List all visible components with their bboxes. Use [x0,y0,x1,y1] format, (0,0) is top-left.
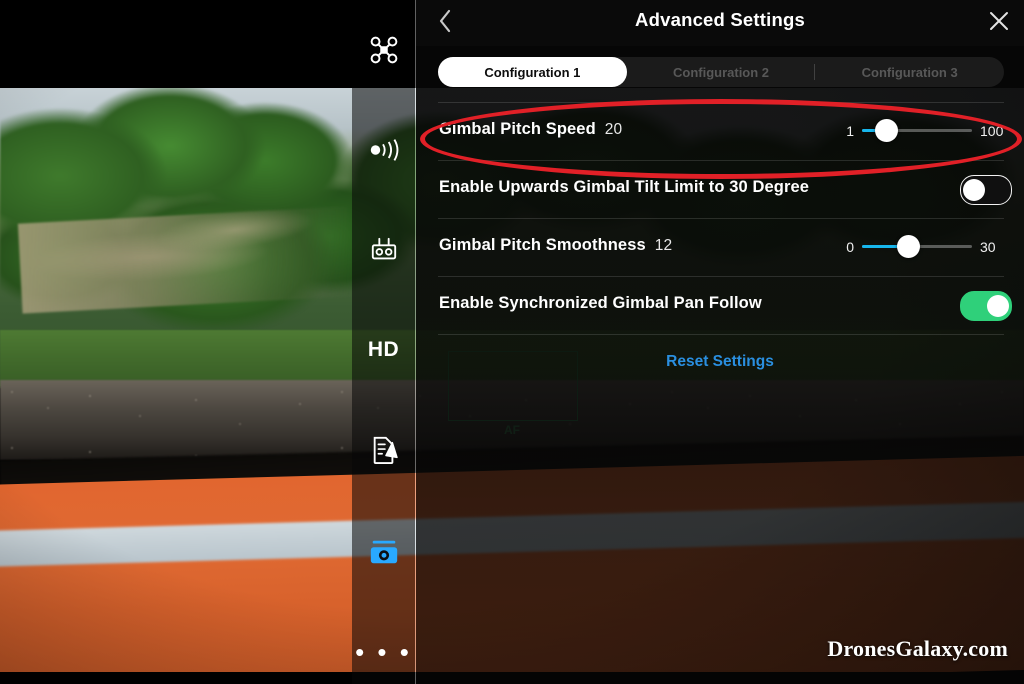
setting-row-gimbal-pitch-smoothness: Gimbal Pitch Smoothness 12 0 30 [416,218,1024,276]
row-separator [438,334,1004,335]
slider-max-label: 100 [980,123,1004,139]
rail-item-aircraft[interactable] [352,22,415,78]
gimbal-pitch-smoothness-slider[interactable]: 0 30 [828,231,1014,263]
slider-knob[interactable] [874,118,898,142]
upwards-tilt-limit-toggle[interactable] [960,175,1012,205]
rail-item-sensing[interactable] [352,122,415,178]
toggle-knob [963,179,985,201]
rail-item-camera[interactable] [352,524,415,580]
watermark: DronesGalaxy.com [827,636,1008,661]
setting-row-bottom-separator [416,334,1024,335]
tab-configuration-3[interactable]: Configuration 3 [814,57,1004,87]
tab-configuration-1[interactable]: Configuration 1 [438,57,627,87]
reset-settings-button[interactable]: Reset Settings [416,353,1024,371]
toggle-knob [987,295,1009,317]
setting-row-synchronized-pan-follow: Enable Synchronized Gimbal Pan Follow [416,276,1024,334]
tab-label: Configuration 3 [861,64,958,80]
setting-label: Gimbal Pitch Smoothness 12 [439,236,672,255]
camera-icon [368,536,400,568]
tab-divider [814,64,816,80]
setting-value: 12 [654,237,673,254]
slider-track[interactable] [862,234,972,258]
rail-item-remote-controller[interactable] [352,222,415,278]
slider-knob[interactable] [896,234,920,258]
flight-assistant-icon [370,435,398,465]
setting-label-text: Gimbal Pitch Smoothness [439,236,646,254]
hd-quality-icon: HD [367,338,400,361]
setting-label-text: Enable Upwards Gimbal Tilt Limit to 30 D… [439,178,810,196]
close-icon [988,10,1010,37]
setting-row-upwards-tilt-limit: Enable Upwards Gimbal Tilt Limit to 30 D… [416,160,1024,218]
advanced-settings-panel: Advanced Settings Configuration 1 Config… [416,0,1024,684]
slider-max-label: 30 [980,239,996,255]
row-separator [438,276,1004,277]
setting-label: Gimbal Pitch Speed 20 [439,120,622,139]
rail-item-hd[interactable]: HD [352,322,415,378]
setting-value: 20 [604,121,623,138]
row-separator [438,218,1004,219]
page-title: Advanced Settings [635,9,805,30]
setting-label: Enable Synchronized Gimbal Pan Follow [439,294,762,313]
configuration-tabs: Configuration 1 Configuration 2 Configur… [438,57,1004,87]
tab-label: Configuration 2 [672,64,770,80]
close-button[interactable] [982,6,1016,40]
setting-label-text: Enable Synchronized Gimbal Pan Follow [439,294,762,312]
rail-item-more[interactable]: • • • [352,624,415,680]
setting-row-gimbal-pitch-speed: Gimbal Pitch Speed 20 1 100 [416,102,1024,160]
row-separator [438,102,1004,103]
slider-min-label: 0 [846,239,854,255]
more-options-icon: • • • [355,637,412,667]
gimbal-pitch-speed-slider[interactable]: 1 100 [828,115,1014,147]
remote-controller-icon [369,236,399,264]
setting-label-text: Gimbal Pitch Speed [439,120,596,138]
sensing-signal-icon [367,137,401,163]
synchronized-pan-follow-toggle[interactable] [960,291,1012,321]
camera-toolbar-rail: HD • • • [352,0,415,684]
row-separator [438,160,1004,161]
rail-item-flight-assistant[interactable] [352,422,415,478]
setting-label: Enable Upwards Gimbal Tilt Limit to 30 D… [439,178,809,197]
tab-label: Configuration 1 [484,64,581,80]
drone-app-screen: AF [0,0,1024,684]
drone-icon [369,35,399,65]
slider-track[interactable] [862,118,972,142]
tab-configuration-2[interactable]: Configuration 2 [627,57,816,87]
slider-min-label: 1 [846,123,854,139]
